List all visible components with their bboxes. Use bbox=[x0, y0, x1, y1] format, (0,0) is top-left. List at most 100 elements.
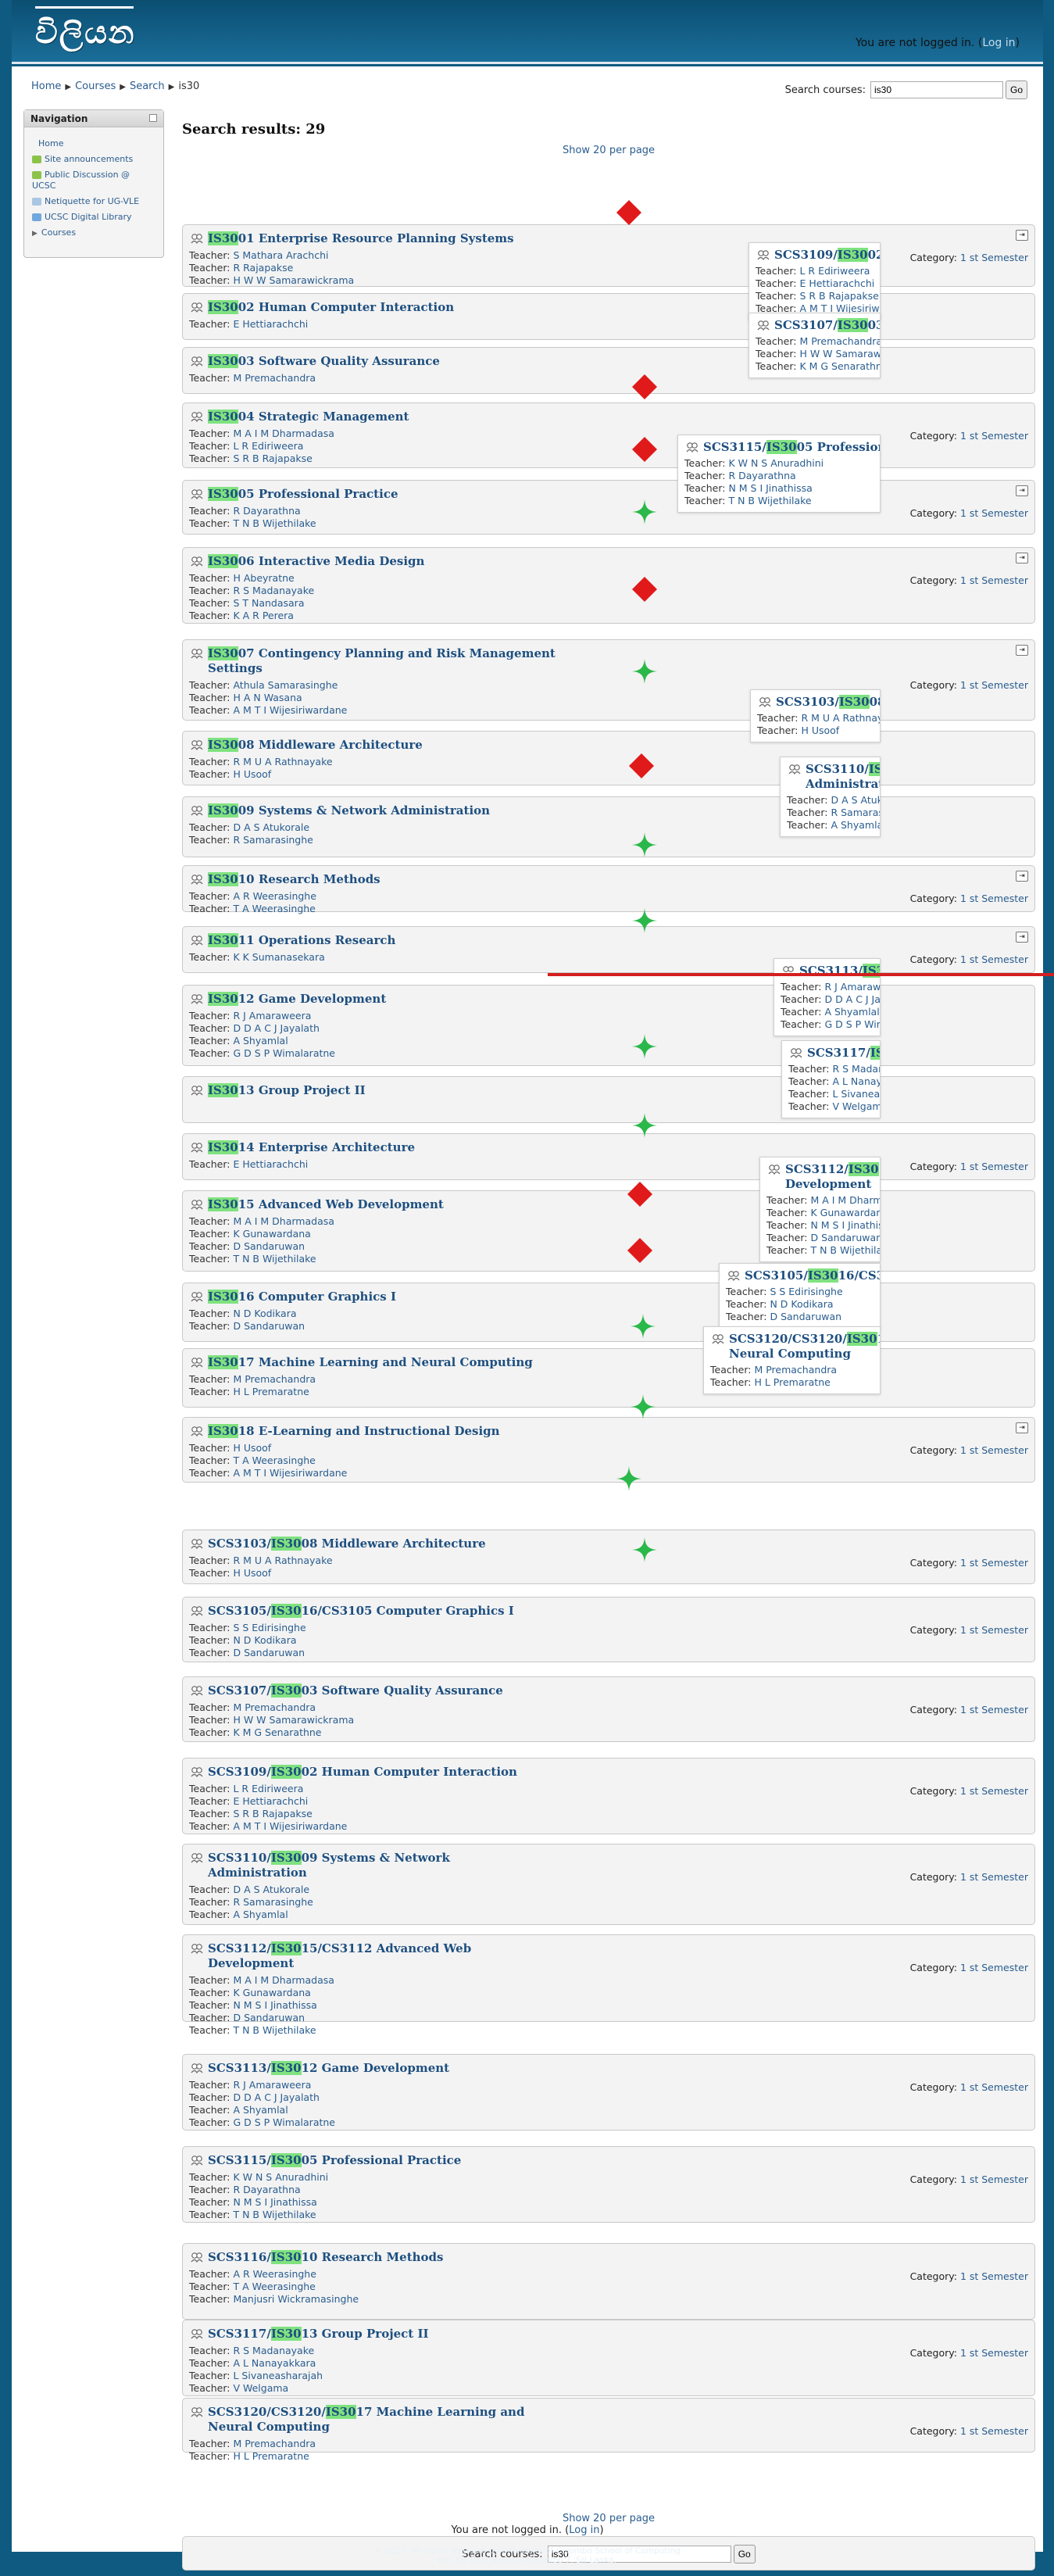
teacher-link[interactable]: T N B Wijethilake bbox=[233, 517, 316, 529]
search-input[interactable] bbox=[870, 81, 1003, 98]
teacher-link[interactable]: D A S Atukorale bbox=[831, 794, 880, 806]
teacher-link[interactable]: N M S I Jinathissa bbox=[233, 1999, 316, 2011]
course-title-link[interactable]: IS3006 Interactive Media Design bbox=[189, 554, 1028, 569]
teacher-link[interactable]: A R Weerasinghe bbox=[233, 2268, 316, 2280]
teacher-link[interactable]: Manjusri Wickramasinghe bbox=[233, 2293, 359, 2305]
site-logo[interactable]: විලියන bbox=[35, 6, 137, 55]
category-link[interactable]: 1 st Semester bbox=[960, 430, 1028, 442]
teacher-link[interactable]: A Shyamlal bbox=[824, 1006, 879, 1018]
teacher-link[interactable]: R Samarasinghe bbox=[233, 1896, 313, 1908]
popup-title-link[interactable]: SCS3107/IS3003 Software Quality Assuranc… bbox=[756, 318, 880, 333]
breadcrumb-search[interactable]: Search bbox=[130, 80, 165, 92]
teacher-link[interactable]: G D S P Wimalaratne bbox=[233, 2116, 335, 2128]
course-title-link[interactable]: SCS3105/IS3016/CS3105 Computer Graphics … bbox=[189, 1604, 1028, 1619]
teacher-link[interactable]: M A I M Dharmadasa bbox=[810, 1194, 880, 1206]
enrol-info-icon[interactable]: ⇥ bbox=[1016, 553, 1028, 564]
course-title-link[interactable]: IS3010 Research Methods bbox=[189, 872, 1028, 887]
teacher-link[interactable]: K Gunawardana bbox=[233, 1987, 310, 1998]
popup-title-link[interactable]: SCS3120/CS3120/IS3017 Machine Learning a… bbox=[710, 1332, 880, 1361]
course-title-link[interactable]: SCS3110/IS3009 Systems & Network Administ… bbox=[189, 1851, 1028, 1880]
teacher-link[interactable]: R Rajapakse bbox=[233, 262, 293, 274]
category-link[interactable]: 1 st Semester bbox=[960, 2270, 1028, 2282]
teacher-link[interactable]: L Sivaneasharajah bbox=[832, 1088, 880, 1100]
teacher-link[interactable]: H L Premaratne bbox=[754, 1376, 830, 1388]
teacher-link[interactable]: D D A C J Jayalath bbox=[824, 993, 880, 1005]
teacher-link[interactable]: R S Madanayake bbox=[233, 2345, 314, 2356]
footer-login-link[interactable]: Log in bbox=[569, 2524, 599, 2536]
teacher-link[interactable]: L R Ediriweera bbox=[233, 1783, 303, 1794]
course-title-link[interactable]: SCS3113/IS3012 Game Development bbox=[189, 2061, 1028, 2076]
nav-item-home[interactable]: Home bbox=[32, 138, 155, 149]
category-link[interactable]: 1 st Semester bbox=[960, 1557, 1028, 1569]
course-title-link[interactable]: IS3011 Operations Research bbox=[189, 933, 1028, 948]
course-title-link[interactable]: SCS3117/IS3013 Group Project II bbox=[189, 2327, 1028, 2342]
teacher-link[interactable]: A M T I Wijesiriwardane bbox=[233, 704, 347, 716]
teacher-link[interactable]: Athula Samarasinghe bbox=[233, 679, 338, 691]
teacher-link[interactable]: H A N Wasana bbox=[233, 692, 302, 703]
teacher-link[interactable]: H Usoof bbox=[233, 1442, 271, 1454]
teacher-link[interactable]: S S Edirisinghe bbox=[233, 1622, 305, 1633]
teacher-link[interactable]: G D S P Wimalaratne bbox=[233, 1047, 335, 1059]
teacher-link[interactable]: D Sandaruwan bbox=[233, 1240, 305, 1252]
course-title-link[interactable]: SCS3115/IS3005 Professional Practice bbox=[189, 2153, 1028, 2168]
popup-title-link[interactable]: SCS3105/IS3016/CS3105 Computer Graphics … bbox=[726, 1268, 880, 1283]
teacher-link[interactable]: N D Kodikara bbox=[233, 1308, 296, 1319]
teacher-link[interactable]: K M G Senarathne bbox=[799, 360, 880, 372]
course-title-link[interactable]: IS3014 Enterprise Architecture bbox=[189, 1140, 1028, 1155]
breadcrumb-home[interactable]: Home bbox=[31, 80, 61, 92]
teacher-link[interactable]: K Gunawardana bbox=[810, 1207, 880, 1218]
course-title-link[interactable]: IS3008 Middleware Architecture bbox=[189, 738, 1028, 753]
teacher-link[interactable]: R S Madanayake bbox=[832, 1063, 880, 1075]
category-link[interactable]: 1 st Semester bbox=[960, 1444, 1028, 1456]
teacher-link[interactable]: M Premachandra bbox=[754, 1364, 837, 1376]
teacher-link[interactable]: T A Weerasinghe bbox=[233, 1454, 315, 1466]
enrol-info-icon[interactable]: ⇥ bbox=[1016, 871, 1028, 882]
popup-title-link[interactable]: SCS3109/IS3002 Human Computer Interact bbox=[756, 248, 880, 263]
category-link[interactable]: 1 st Semester bbox=[960, 1962, 1028, 1973]
teacher-link[interactable]: D A S Atukorale bbox=[233, 821, 309, 833]
course-title-link[interactable]: IS3015 Advanced Web Development bbox=[189, 1197, 1028, 1212]
course-title-link[interactable]: IS3013 Group Project II bbox=[189, 1083, 1028, 1098]
teacher-link[interactable]: M Premachandra bbox=[233, 2438, 316, 2449]
category-link[interactable]: 1 st Semester bbox=[960, 1704, 1028, 1716]
teacher-link[interactable]: E Hettiarachchi bbox=[233, 318, 308, 330]
course-title-link[interactable]: IS3017 Machine Learning and Neural Compu… bbox=[189, 1355, 1028, 1370]
teacher-link[interactable]: A R Weerasinghe bbox=[233, 890, 316, 902]
teacher-link[interactable]: A Shyamlal bbox=[233, 1035, 288, 1046]
course-title-link[interactable]: IS3003 Software Quality Assurance bbox=[189, 354, 1028, 369]
teacher-link[interactable]: R Dayarathna bbox=[728, 470, 795, 481]
teacher-link[interactable]: D D A C J Jayalath bbox=[233, 2091, 319, 2103]
teacher-link[interactable]: H Usoof bbox=[801, 724, 839, 736]
teacher-link[interactable]: H Usoof bbox=[233, 768, 271, 780]
popup-title-link[interactable]: SCS3115/IS3005 Professional Practice bbox=[684, 440, 880, 455]
teacher-link[interactable]: K W N S Anuradhini bbox=[233, 2171, 328, 2183]
category-link[interactable]: 1 st Semester bbox=[960, 507, 1028, 519]
course-title-link[interactable]: SCS3107/IS3003 Software Quality Assuranc… bbox=[189, 1683, 1028, 1698]
teacher-link[interactable]: A Shyamlal bbox=[233, 2104, 288, 2116]
teacher-link[interactable]: M Premachandra bbox=[233, 1373, 316, 1385]
enrol-info-icon[interactable]: ⇥ bbox=[1016, 645, 1028, 656]
popup-title-link[interactable]: SCS3117/IS3013 Group Project II bbox=[788, 1046, 880, 1061]
search-go-button[interactable]: Go bbox=[1005, 80, 1027, 99]
teacher-link[interactable]: R Samarasinghe bbox=[831, 807, 880, 818]
teacher-link[interactable]: M Premachandra bbox=[799, 335, 880, 347]
teacher-link[interactable]: R Dayarathna bbox=[233, 505, 300, 517]
course-title-link[interactable]: IS3002 Human Computer Interaction bbox=[189, 300, 1028, 315]
teacher-link[interactable]: S T Nandasara bbox=[233, 597, 304, 609]
category-link[interactable]: 1 st Semester bbox=[960, 1785, 1028, 1797]
teacher-link[interactable]: M A I M Dharmadasa bbox=[233, 1974, 334, 1986]
teacher-link[interactable]: S S Edirisinghe bbox=[770, 1286, 842, 1297]
teacher-link[interactable]: T N B Wijethilake bbox=[233, 2024, 316, 2036]
category-link[interactable]: 1 st Semester bbox=[960, 1161, 1028, 1172]
teacher-link[interactable]: S R B Rajapakse bbox=[233, 1808, 312, 1819]
teacher-link[interactable]: K W N S Anuradhini bbox=[728, 457, 824, 469]
show-per-page-link[interactable]: Show 20 per page bbox=[563, 145, 655, 156]
enrol-info-icon[interactable]: ⇥ bbox=[1016, 485, 1028, 496]
teacher-link[interactable]: N M S I Jinathissa bbox=[810, 1219, 880, 1231]
course-title-link[interactable]: IS3016 Computer Graphics I bbox=[189, 1290, 1028, 1304]
teacher-link[interactable]: M A I M Dharmadasa bbox=[233, 428, 334, 439]
teacher-link[interactable]: R M U A Rathnayake bbox=[801, 712, 880, 724]
teacher-link[interactable]: A Shyamlal bbox=[233, 1909, 288, 1920]
course-title-link[interactable]: IS3001 Enterprise Resource Planning Syst… bbox=[189, 231, 1028, 246]
teacher-link[interactable]: R M U A Rathnayake bbox=[233, 1555, 332, 1566]
